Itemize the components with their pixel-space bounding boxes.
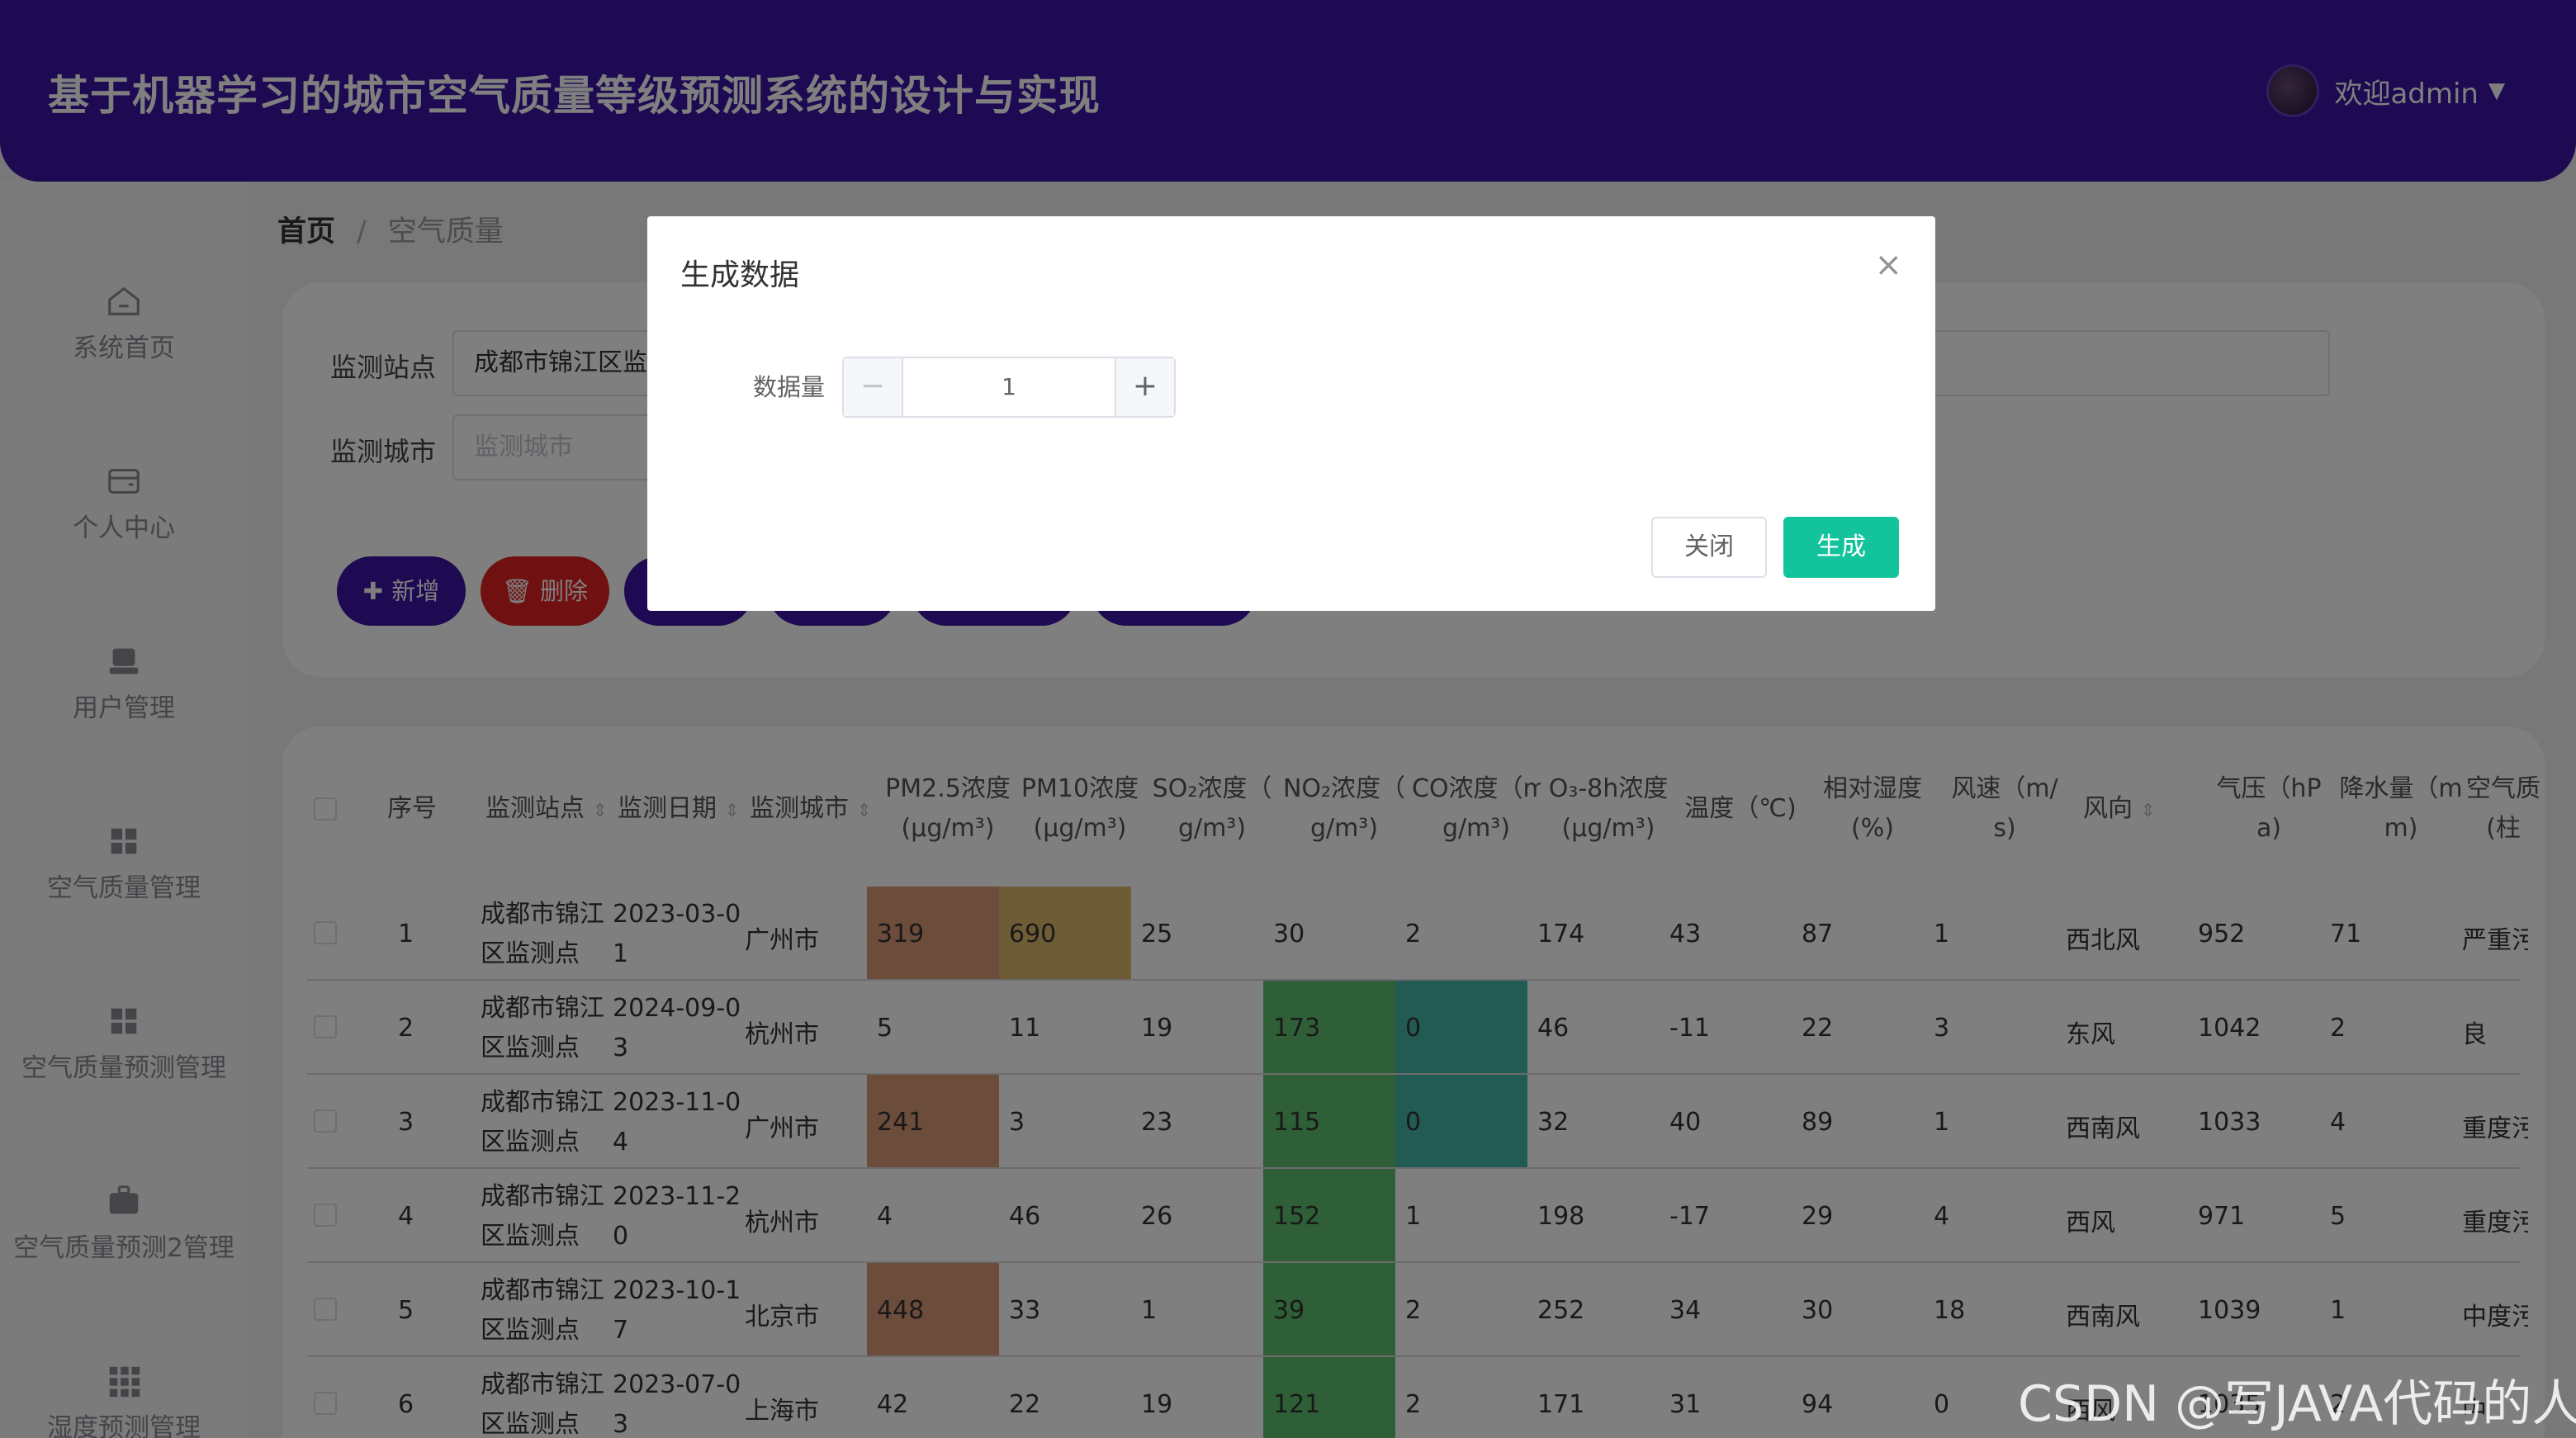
generate-button[interactable]: 生成 [1783, 517, 1899, 578]
close-button[interactable]: 关闭 [1651, 517, 1767, 578]
decrement-button[interactable]: − [844, 358, 903, 416]
watermark: CSDN @写JAVA代码的人 [2018, 1375, 2576, 1433]
quantity-stepper[interactable]: − 1 + [842, 357, 1176, 418]
generate-data-dialog: 生成数据 × 数据量 − 1 + 关闭 生成 [647, 216, 1935, 611]
dialog-title: 生成数据 [680, 258, 800, 292]
close-icon[interactable]: × [1874, 246, 1902, 284]
quantity-input[interactable]: 1 [903, 358, 1115, 416]
increment-button[interactable]: + [1115, 358, 1174, 416]
quantity-label: 数据量 [753, 373, 826, 401]
